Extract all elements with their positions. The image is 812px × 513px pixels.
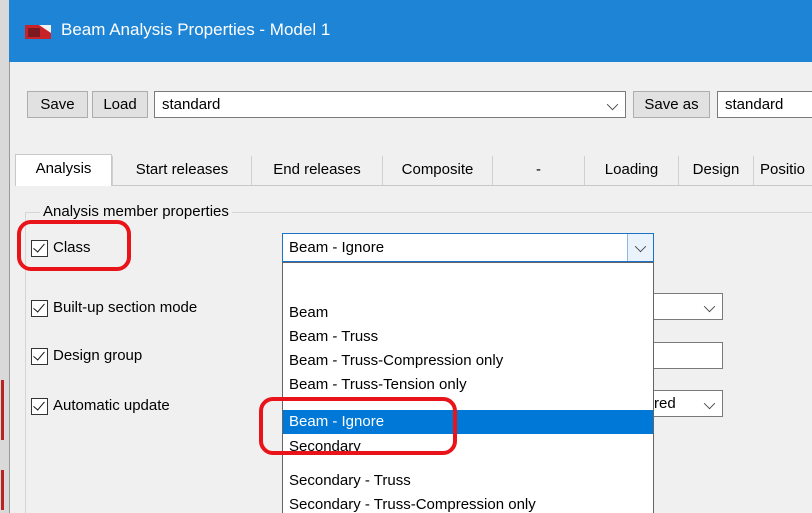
save-as-value: standard [725, 96, 784, 113]
save-button[interactable]: Save [27, 91, 88, 118]
preset-select[interactable]: standard [154, 91, 626, 118]
class-option[interactable]: Beam - Truss [283, 325, 653, 349]
group-title: Analysis member properties [40, 203, 232, 220]
tab-composite[interactable]: Composite [382, 156, 492, 185]
design-group-checkbox[interactable] [31, 348, 48, 365]
save-as-input[interactable]: standard [717, 91, 812, 118]
tab-loading[interactable]: Loading [584, 156, 678, 185]
chevron-down-icon [634, 240, 647, 253]
tab-analysis[interactable]: Analysis [15, 154, 112, 186]
background-red-mark [1, 380, 4, 440]
design-group-input[interactable] [648, 342, 723, 369]
built-up-checkbox[interactable] [31, 300, 48, 317]
save-as-button[interactable]: Save as [633, 91, 710, 118]
background-window-edge [0, 0, 9, 513]
class-options-list[interactable]: Beam Beam - Truss Beam - Truss-Compressi… [282, 262, 654, 513]
tab-end-releases[interactable]: End releases [251, 156, 382, 185]
class-option[interactable]: Beam - Truss-Tension only [283, 373, 653, 397]
class-highlight-annotation [17, 220, 131, 271]
class-option[interactable]: Beam - Truss-Compression only [283, 349, 653, 373]
chevron-down-icon [703, 397, 716, 410]
background-red-mark [1, 470, 4, 510]
design-group-label: Design group [53, 347, 143, 364]
automatic-update-select[interactable]: red [648, 390, 723, 417]
preset-value: standard [162, 96, 221, 113]
tab-start-releases[interactable]: Start releases [112, 156, 251, 185]
tab-strip: Analysis Start releases End releases Com… [15, 154, 812, 186]
chevron-down-icon [703, 300, 716, 313]
class-select[interactable]: Beam - Ignore [282, 233, 654, 262]
built-up-label: Built-up section mode [53, 299, 198, 316]
class-select-value: Beam - Ignore [289, 239, 385, 256]
window-title: Beam Analysis Properties - Model 1 [61, 20, 331, 39]
tab-design[interactable]: Design [678, 156, 753, 185]
built-up-select[interactable] [648, 293, 723, 320]
tab-position[interactable]: Positio [753, 156, 812, 185]
class-dropdown-button[interactable] [627, 234, 653, 261]
tab-dash[interactable]: - [492, 156, 584, 185]
window-border [9, 62, 10, 513]
class-option[interactable]: Secondary - Truss-Compression only [283, 493, 653, 513]
automatic-update-value: red [654, 395, 676, 412]
automatic-update-checkbox[interactable] [31, 398, 48, 415]
automatic-update-label: Automatic update [53, 397, 170, 414]
class-option-blank[interactable] [283, 267, 653, 291]
class-option[interactable]: Secondary - Truss [283, 469, 653, 493]
class-option[interactable]: Beam [283, 301, 653, 325]
ignore-option-highlight-annotation [259, 397, 457, 455]
load-button[interactable]: Load [92, 91, 148, 118]
app-icon [25, 25, 51, 39]
title-bar[interactable]: Beam Analysis Properties - Model 1 [9, 0, 812, 62]
chevron-down-icon [606, 98, 619, 111]
